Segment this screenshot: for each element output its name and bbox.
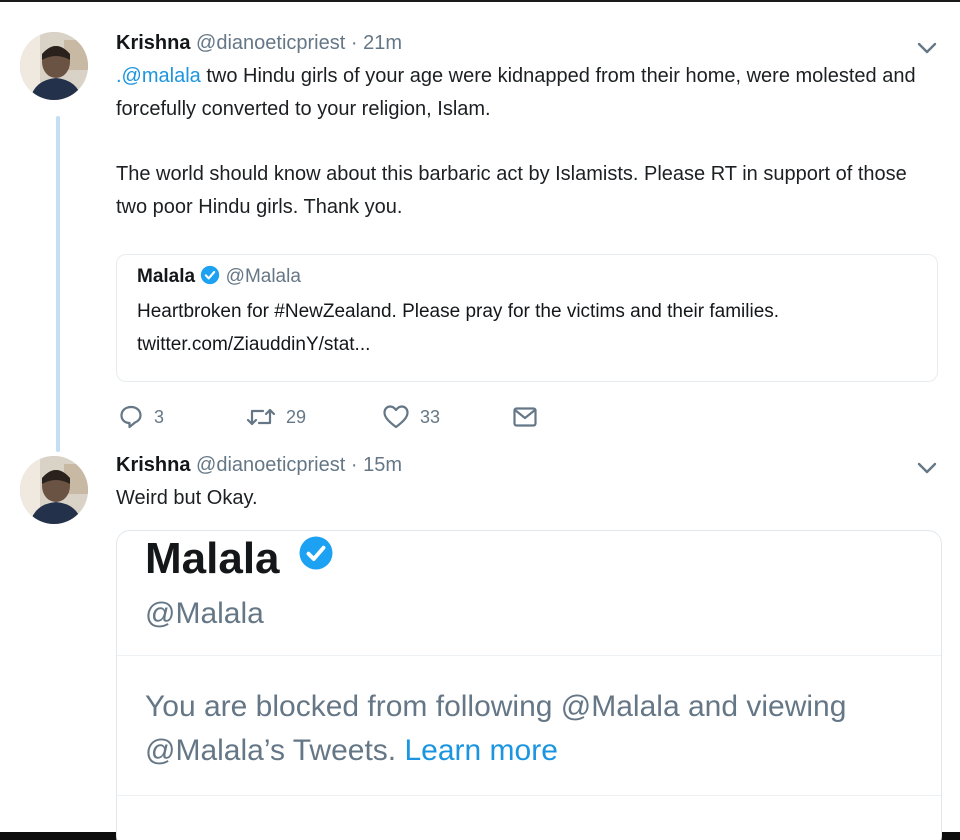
separator-dot: ·: [350, 454, 358, 476]
mention-link[interactable]: .@malala: [116, 65, 201, 87]
direct-message-button[interactable]: [512, 402, 538, 432]
card-profile-handle: @Malala: [145, 597, 264, 630]
tweet-header: Krishna @dianoeticpriest · 15m: [116, 454, 402, 477]
tweet-text: .@malala two Hindu girls of your age wer…: [116, 60, 936, 126]
card-name-text: Malala: [145, 534, 280, 583]
tweet-menu-button[interactable]: [914, 38, 940, 58]
like-count: 33: [420, 406, 441, 427]
message-icon: [513, 407, 537, 427]
tweet-timestamp[interactable]: 21m: [363, 32, 402, 54]
author-name[interactable]: Krishna: [116, 32, 190, 54]
tweet-text-line: two Hindu girls of your age were kidnapp…: [116, 65, 916, 120]
author-name[interactable]: Krishna: [116, 454, 190, 476]
retweet-button[interactable]: 29: [246, 402, 306, 432]
reply-button[interactable]: 3: [118, 402, 164, 432]
card-divider: [117, 655, 941, 656]
author-handle[interactable]: @dianoeticpriest: [196, 454, 345, 476]
quoted-tweet-link[interactable]: twitter.com/ZiauddinY/stat...: [137, 327, 917, 362]
reply-count: 3: [154, 406, 165, 427]
quoted-author-name: Malala: [137, 266, 196, 287]
separator-dot: ·: [350, 32, 358, 54]
tweet-actions: 3 29 33: [116, 402, 576, 432]
chevron-down-icon: [917, 462, 937, 474]
chevron-down-icon: [917, 42, 937, 54]
avatar[interactable]: [20, 456, 88, 524]
blocked-profile-card: Malala @Malala You are blocked from foll…: [116, 530, 942, 840]
quoted-tweet-header: Malala @Malala: [137, 263, 917, 294]
retweet-count: 29: [286, 406, 307, 427]
avatar[interactable]: [20, 32, 88, 100]
tweet-menu-button[interactable]: [914, 458, 940, 478]
tweet-text: Weird but Okay.: [116, 487, 258, 509]
quoted-author-handle: @Malala: [225, 266, 301, 287]
quoted-tweet[interactable]: Malala @Malala Heartbroken for #NewZeala…: [116, 254, 938, 382]
tweet-text-paragraph: The world should know about this barbari…: [116, 163, 907, 218]
tweet-header: Krishna @dianoeticpriest · 21m: [116, 32, 402, 55]
retweet-icon: [246, 408, 276, 426]
reply-icon: [120, 405, 142, 429]
avatar-photo: [20, 32, 88, 100]
screenshot-frame: Krishna @dianoeticpriest · 21m .@malala …: [0, 0, 960, 840]
like-icon: [383, 405, 409, 429]
like-button[interactable]: 33: [382, 402, 440, 432]
avatar-photo: [20, 456, 88, 524]
card-profile-name: Malala: [145, 533, 334, 583]
tweet-timestamp[interactable]: 15m: [363, 454, 402, 476]
verified-badge-icon: [298, 533, 334, 581]
thread-connector-line: [56, 116, 60, 452]
author-handle[interactable]: @dianoeticpriest: [196, 32, 345, 54]
learn-more-link[interactable]: Learn more: [404, 734, 557, 767]
blocked-message: You are blocked from following @Malala a…: [145, 685, 925, 773]
card-divider: [117, 795, 941, 796]
quoted-tweet-text: Heartbroken for #NewZealand. Please pray…: [137, 301, 780, 322]
verified-badge-icon: [200, 265, 220, 294]
